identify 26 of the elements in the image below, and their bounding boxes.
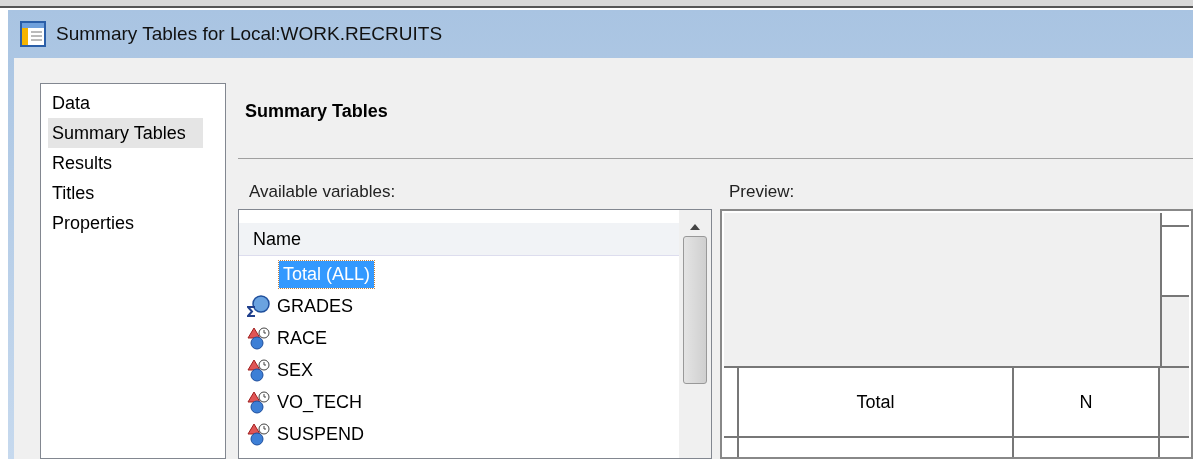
section-heading: Summary Tables [244,100,389,123]
variable-item[interactable]: VO_TECH [273,388,367,416]
window-title: Summary Tables for Local:WORK.RECRUITS [56,21,443,46]
variable-item[interactable]: GRADES [273,292,358,320]
table-icon [20,21,46,47]
column-header: Name [239,223,679,256]
nav-item[interactable]: Summary Tables [48,118,203,148]
variable-item[interactable]: SUSPEND [273,420,369,448]
table-cell [1160,368,1189,436]
table-cell: Total [739,368,1014,436]
category-icon [247,358,271,382]
category-icon [247,326,271,350]
nav-item[interactable]: Data [48,88,203,118]
sigma-globe-icon [247,294,271,318]
preview-label: Preview: [728,181,796,203]
nav-item[interactable]: Results [48,148,203,178]
category-icon [247,390,271,414]
nav-item[interactable]: Titles [48,178,203,208]
nav-item[interactable]: Properties [48,208,203,238]
scrollbar-thumb[interactable] [683,236,707,384]
variables-label: Available variables: [248,181,397,203]
variable-item[interactable]: RACE [273,324,331,352]
category-icon [247,422,271,446]
variable-item[interactable]: SEX [273,356,318,384]
table-cell [1162,297,1189,366]
scroll-up-icon[interactable] [690,224,700,230]
